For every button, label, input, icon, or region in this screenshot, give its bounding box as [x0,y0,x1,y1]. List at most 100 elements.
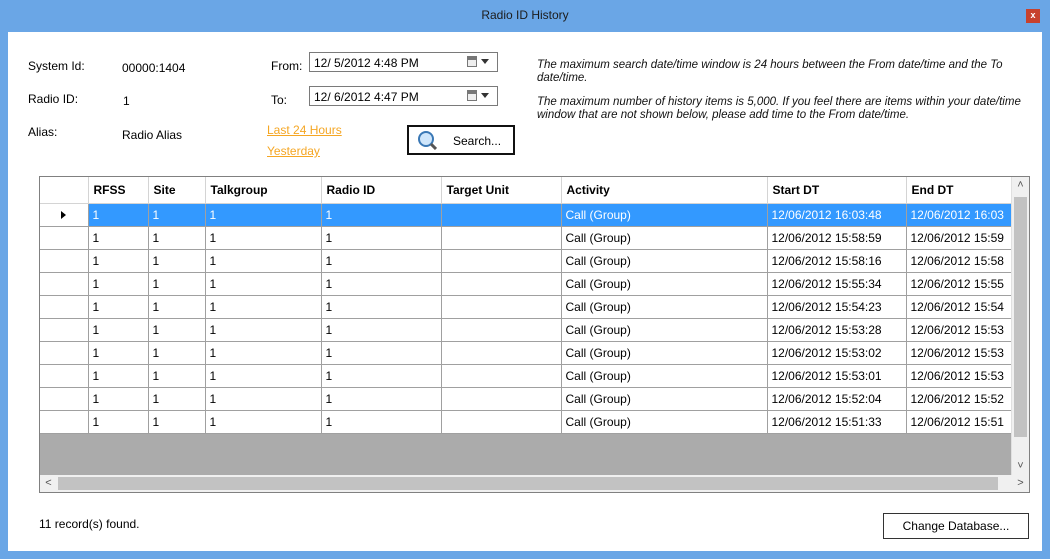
table-row[interactable]: 1 1 1 1 Call (Group) 12/06/2012 15:58:16 12/06… [40,249,1015,273]
cell-end-dt[interactable]: 12/06/2012 15:55 [906,272,1015,296]
column-header-activity[interactable]: Activity [561,177,768,204]
cell-talkgroup[interactable]: 1 [205,364,322,388]
cell-activity[interactable]: Call (Group) [561,318,768,342]
cell-rfss[interactable]: 1 [88,203,149,227]
cell-rfss[interactable]: 1 [88,295,149,319]
cell-start-dt[interactable]: 12/06/2012 15:58:16 [767,249,907,273]
cell-talkgroup[interactable]: 1 [205,341,322,365]
cell-talkgroup[interactable]: 1 [205,203,322,227]
cell-site[interactable]: 1 [148,226,206,250]
cell-radio-id[interactable]: 1 [321,226,442,250]
row-header[interactable] [40,203,89,227]
cell-start-dt[interactable]: 12/06/2012 15:54:23 [767,295,907,319]
cell-activity[interactable]: Call (Group) [561,341,768,365]
row-header[interactable] [40,364,89,388]
table-row[interactable]: 1 1 1 1 Call (Group) 12/06/2012 15:53:28 12/06… [40,318,1015,342]
column-header-rfss[interactable]: RFSS [88,177,149,204]
cell-end-dt[interactable]: 12/06/2012 15:59 [906,226,1015,250]
cell-rfss[interactable]: 1 [88,272,149,296]
cell-rfss[interactable]: 1 [88,249,149,273]
cell-site[interactable]: 1 [148,318,206,342]
scroll-up-icon[interactable]: ˄ [1012,177,1029,194]
cell-start-dt[interactable]: 12/06/2012 15:53:01 [767,364,907,388]
cell-activity[interactable]: Call (Group) [561,203,768,227]
cell-activity[interactable]: Call (Group) [561,364,768,388]
from-date-picker[interactable]: 12/ 5/2012 4:48 PM [309,52,498,72]
scroll-down-icon[interactable]: ˅ [1012,458,1029,475]
scroll-right-icon[interactable]: > [1012,475,1029,492]
row-header[interactable] [40,387,89,411]
cell-talkgroup[interactable]: 1 [205,410,322,434]
cell-activity[interactable]: Call (Group) [561,410,768,434]
yesterday-link[interactable]: Yesterday [267,144,320,158]
cell-target-unit[interactable] [441,203,562,227]
cell-site[interactable]: 1 [148,387,206,411]
table-row[interactable]: 1 1 1 1 Call (Group) 12/06/2012 15:52:04 12/06… [40,387,1015,411]
cell-radio-id[interactable]: 1 [321,341,442,365]
cell-start-dt[interactable]: 12/06/2012 15:52:04 [767,387,907,411]
row-header[interactable] [40,226,89,250]
cell-start-dt[interactable]: 12/06/2012 15:55:34 [767,272,907,296]
cell-start-dt[interactable]: 12/06/2012 16:03:48 [767,203,907,227]
cell-rfss[interactable]: 1 [88,226,149,250]
cell-talkgroup[interactable]: 1 [205,272,322,296]
cell-site[interactable]: 1 [148,364,206,388]
cell-end-dt[interactable]: 12/06/2012 15:58 [906,249,1015,273]
cell-activity[interactable]: Call (Group) [561,226,768,250]
horizontal-scrollbar[interactable]: < > [40,475,1029,492]
cell-talkgroup[interactable]: 1 [205,295,322,319]
cell-target-unit[interactable] [441,341,562,365]
cell-activity[interactable]: Call (Group) [561,387,768,411]
last-24-hours-link[interactable]: Last 24 Hours [267,123,342,137]
cell-end-dt[interactable]: 12/06/2012 15:51 [906,410,1015,434]
search-button[interactable]: Search... [407,125,515,155]
column-header-site[interactable]: Site [148,177,206,204]
cell-end-dt[interactable]: 12/06/2012 15:53 [906,318,1015,342]
cell-start-dt[interactable]: 12/06/2012 15:53:02 [767,341,907,365]
cell-target-unit[interactable] [441,249,562,273]
cell-activity[interactable]: Call (Group) [561,272,768,296]
cell-start-dt[interactable]: 12/06/2012 15:58:59 [767,226,907,250]
cell-site[interactable]: 1 [148,272,206,296]
cell-radio-id[interactable]: 1 [321,249,442,273]
row-header[interactable] [40,341,89,365]
row-header[interactable] [40,318,89,342]
cell-site[interactable]: 1 [148,203,206,227]
cell-end-dt[interactable]: 12/06/2012 16:03 [906,203,1015,227]
row-header[interactable] [40,295,89,319]
cell-target-unit[interactable] [441,226,562,250]
cell-radio-id[interactable]: 1 [321,387,442,411]
cell-site[interactable]: 1 [148,410,206,434]
cell-talkgroup[interactable]: 1 [205,226,322,250]
table-row[interactable]: 1 1 1 1 Call (Group) 12/06/2012 15:51:33 12/06… [40,410,1015,434]
table-row[interactable]: 1 1 1 1 Call (Group) 12/06/2012 16:03:48 12/06… [40,203,1015,227]
horizontal-scroll-thumb[interactable] [58,477,998,490]
cell-rfss[interactable]: 1 [88,318,149,342]
cell-target-unit[interactable] [441,410,562,434]
column-header-start-dt[interactable]: Start DT [767,177,907,204]
cell-end-dt[interactable]: 12/06/2012 15:53 [906,341,1015,365]
row-header[interactable] [40,249,89,273]
title-bar[interactable]: Radio ID History x [0,0,1050,32]
cell-activity[interactable]: Call (Group) [561,295,768,319]
cell-talkgroup[interactable]: 1 [205,318,322,342]
cell-radio-id[interactable]: 1 [321,364,442,388]
column-header-end-dt[interactable]: End DT [906,177,1015,204]
cell-radio-id[interactable]: 1 [321,295,442,319]
cell-target-unit[interactable] [441,387,562,411]
row-header[interactable] [40,272,89,296]
cell-target-unit[interactable] [441,364,562,388]
vertical-scroll-thumb[interactable] [1014,197,1027,437]
row-header[interactable] [40,410,89,434]
cell-target-unit[interactable] [441,272,562,296]
change-database-button[interactable]: Change Database... [883,513,1029,539]
cell-target-unit[interactable] [441,318,562,342]
cell-radio-id[interactable]: 1 [321,272,442,296]
cell-site[interactable]: 1 [148,295,206,319]
cell-start-dt[interactable]: 12/06/2012 15:53:28 [767,318,907,342]
cell-target-unit[interactable] [441,295,562,319]
cell-activity[interactable]: Call (Group) [561,249,768,273]
cell-start-dt[interactable]: 12/06/2012 15:51:33 [767,410,907,434]
history-grid[interactable]: RFSS Site Talkgroup Radio ID Target Unit… [39,176,1030,493]
vertical-scrollbar[interactable]: ˄ ˅ [1011,177,1029,475]
